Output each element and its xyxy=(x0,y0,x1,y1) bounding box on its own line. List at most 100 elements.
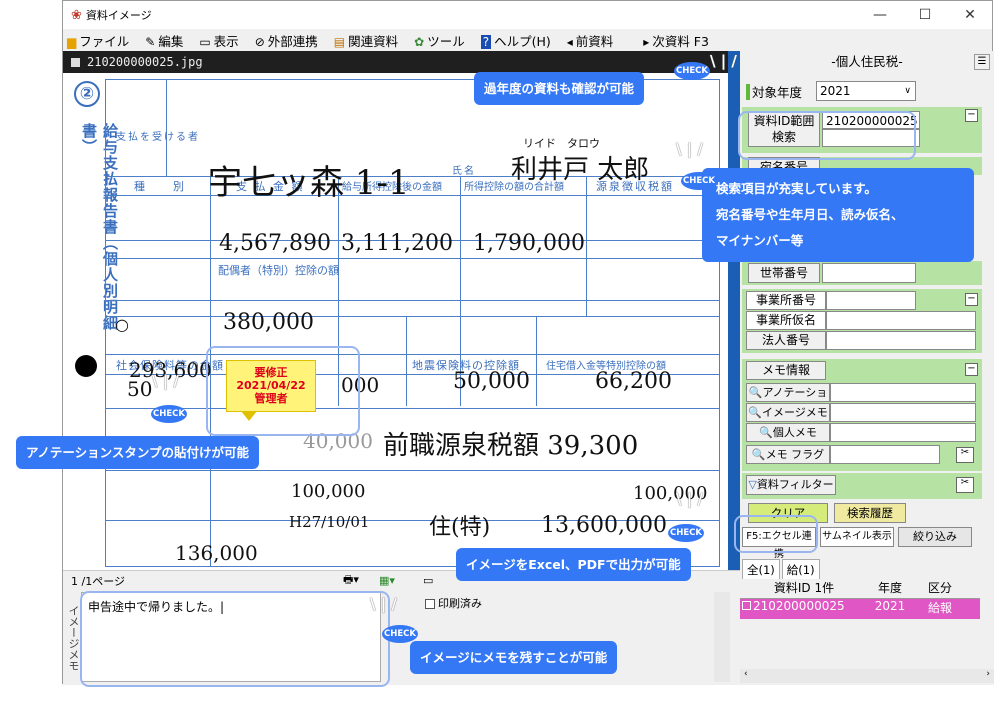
chevron-down-icon: ∨ xyxy=(904,86,911,96)
title-bar: ❀ 資料イメージ — ☐ ✕ xyxy=(63,1,992,29)
scroll-right-icon[interactable]: › xyxy=(986,669,990,679)
menu-related[interactable]: ▤ 関連資料 xyxy=(334,31,406,50)
print-checkbox[interactable] xyxy=(425,599,435,609)
prev-note: 前職源泉税額 39,300 xyxy=(383,431,639,461)
narrow-button[interactable]: 絞り込み xyxy=(898,527,972,547)
menu-label: 編集 xyxy=(158,33,184,49)
print-checkbox-row[interactable]: 印刷済み xyxy=(425,595,482,611)
tab-salary[interactable]: 給(1) xyxy=(781,559,820,581)
menu-icon[interactable]: ☰ xyxy=(974,54,990,70)
row-id-value: 210200000025 xyxy=(753,599,845,613)
memo-flag-filter[interactable]: 🔍メモ フラグ xyxy=(746,445,830,464)
menu-edit[interactable]: ✎ 編集 xyxy=(145,31,191,50)
memo-info-label: メモ情報 xyxy=(746,361,826,380)
payment-amount: 4,567,890 xyxy=(219,231,331,256)
after-deduction-amount: 3,111,200 xyxy=(341,231,453,256)
docs-icon: ▤ xyxy=(333,34,346,49)
label-addr: 支払を受ける者 xyxy=(116,132,200,143)
menu-prev[interactable]: ◂ 前資料 xyxy=(567,31,622,50)
excel-highlight xyxy=(734,515,818,553)
callout-search-fields: 検索項目が充実しています。 宛名番号や生年月日、読み仮名、 マイナンバー等 xyxy=(702,168,974,262)
minimize-button[interactable]: — xyxy=(858,1,902,29)
maximize-button[interactable]: ☐ xyxy=(903,1,947,29)
callout-annotation: アノテーションスタンプの貼付けが可能 xyxy=(16,436,260,469)
excel-icon[interactable]: ▦▾ xyxy=(379,574,395,587)
filter-label: イメージメモ xyxy=(761,406,828,419)
insurance-amount-2: 50 xyxy=(127,377,153,401)
memo-flag-field[interactable] xyxy=(830,445,940,464)
horizontal-scrollbar[interactable]: ‹ › xyxy=(740,669,994,683)
thumbnail-button[interactable]: サムネイル表示 xyxy=(820,527,894,547)
scroll-left-icon[interactable]: ‹ xyxy=(744,669,748,679)
personal-memo-field[interactable] xyxy=(830,423,976,442)
corp-number-field[interactable] xyxy=(826,331,976,350)
result-header: 資料ID 1件 年度 区分 xyxy=(740,579,980,599)
year-label: 対象年度 xyxy=(752,85,803,100)
form-number: ② xyxy=(74,81,100,107)
menu-next[interactable]: ▸ 次資料 F3 xyxy=(643,31,717,50)
menu-external[interactable]: ⊘ 外部連携 xyxy=(255,31,326,50)
stamp-highlight xyxy=(206,346,360,436)
history-button[interactable]: 検索履歴 xyxy=(834,503,906,523)
tab-all[interactable]: 全(1) xyxy=(742,559,780,581)
menu-file[interactable]: ▆ ファイル xyxy=(67,31,137,50)
annotation-field[interactable] xyxy=(830,383,976,402)
callout-memo: イメージにメモを残すことが可能 xyxy=(410,641,618,674)
filter-icon: ▽ xyxy=(748,478,757,491)
menu-help[interactable]: ? ヘルプ(H) xyxy=(480,31,559,50)
year-select[interactable]: 2021 ∨ xyxy=(816,81,916,101)
tools-icon: ✿ xyxy=(414,34,425,49)
household-field[interactable] xyxy=(822,263,916,283)
check-badge: CHECK xyxy=(668,524,704,542)
menu-label: 前資料 xyxy=(575,33,614,49)
memo-tab[interactable]: イメージメモ xyxy=(65,590,81,685)
collapse-icon[interactable]: − xyxy=(965,293,978,306)
callout-search-line1: 検索項目が充実しています。 xyxy=(716,181,877,196)
filter-label: 個人メモ xyxy=(772,426,817,439)
menu-tools[interactable]: ✿ ツール xyxy=(414,31,473,50)
result-row[interactable]: 210200000025 2021 給報 xyxy=(740,599,980,619)
row-type: 給報 xyxy=(927,601,952,615)
amount-4: 136,000 xyxy=(175,541,258,565)
callout-past-years: 過年度の資料も確認が可能 xyxy=(474,72,645,105)
print-icon[interactable]: 🖶▾ xyxy=(343,571,359,590)
callout-export: イメージをExcel、PDFで出力が可能 xyxy=(456,548,691,581)
app-icon: ❀ xyxy=(71,7,82,23)
col-year[interactable]: 年度 xyxy=(868,579,912,598)
check-badge: CHECK xyxy=(681,172,717,190)
clear-filter-icon[interactable]: ✂ xyxy=(956,447,974,463)
page-indicator: 1 /1ページ xyxy=(71,574,125,588)
memo-highlight xyxy=(80,591,390,687)
year-value: 2021 xyxy=(820,84,851,98)
personal-memo-filter[interactable]: 🔍個人メモ xyxy=(746,423,830,442)
office-number-field[interactable] xyxy=(826,291,916,310)
image-memo-filter[interactable]: 🔍イメージメモ xyxy=(746,403,830,422)
data-filter-button[interactable]: ▽資料フィルター xyxy=(746,475,836,495)
memo-right-scrollbar[interactable] xyxy=(714,592,730,682)
next-icon: ▸ xyxy=(643,34,650,49)
collapse-icon[interactable]: − xyxy=(965,109,978,122)
label-type: 種 別 xyxy=(134,180,186,193)
spouse-flag: ○ xyxy=(115,315,129,334)
image-memo-field[interactable] xyxy=(830,403,976,422)
office-kana-label: 事業所仮名 xyxy=(746,311,826,330)
image-viewer[interactable]: ② 給与支払報告書（個人別明細書） 種 別 支 払 金 額 給与所得控除後の金額 xyxy=(63,73,728,570)
menu-label: ツール xyxy=(427,33,465,49)
close-button[interactable]: ✕ xyxy=(948,1,992,29)
year-marker xyxy=(746,84,750,100)
collapse-icon[interactable]: − xyxy=(965,363,978,376)
amount-2: 13,600,000 xyxy=(541,513,667,538)
life-amount: 100,000 xyxy=(291,481,366,502)
check-badge: CHECK xyxy=(382,625,418,643)
save-icon[interactable]: ▭ xyxy=(423,574,433,587)
office-kana-field[interactable] xyxy=(826,311,976,330)
menu-view[interactable]: ▭ 表示 xyxy=(199,31,246,50)
col-type[interactable]: 区分 xyxy=(912,579,968,598)
menu-label: 表示 xyxy=(213,33,239,49)
col-id[interactable]: 資料ID 1件 xyxy=(740,579,868,598)
monitor-icon: ▭ xyxy=(199,34,211,49)
clear-filter-icon[interactable]: ✂ xyxy=(956,477,974,493)
annotation-filter[interactable]: 🔍アノテーション xyxy=(746,383,830,416)
row-checkbox[interactable] xyxy=(742,601,751,610)
prev-icon: ◂ xyxy=(566,34,573,49)
